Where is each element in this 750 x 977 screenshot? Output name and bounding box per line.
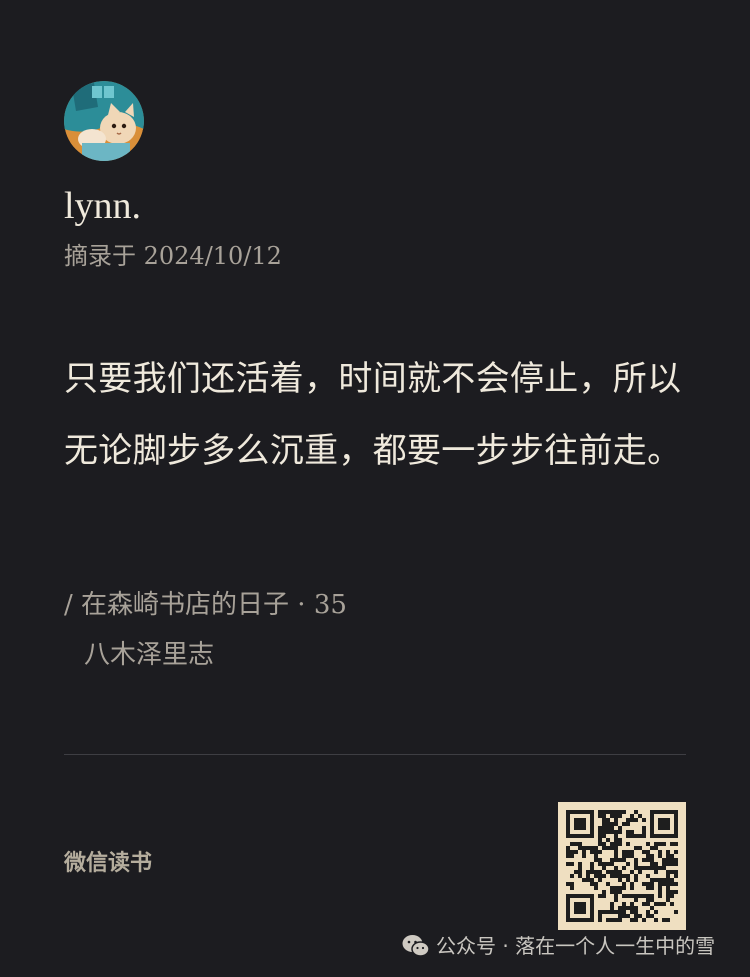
qr-code-icon <box>558 802 686 930</box>
excerpt-date: 摘录于 2024/10/12 <box>64 242 282 270</box>
brand-label: 微信读书 <box>64 851 153 876</box>
book-author: 八木泽里志 <box>84 640 215 670</box>
avatar-image <box>64 81 144 161</box>
avatar[interactable] <box>64 81 144 161</box>
watermark-text: 公众号 · 落在一个人一生中的雪 <box>436 934 716 958</box>
wechat-icon <box>402 935 430 957</box>
watermark: 公众号 · 落在一个人一生中的雪 <box>402 931 715 961</box>
divider <box>64 754 686 755</box>
book-title[interactable]: / 在森崎书店的日子 · 35 <box>64 588 347 622</box>
quote-text: 只要我们还活着，时间就不会停止，所以无论脚步多么沉重，都要一步步往前走。 <box>64 359 682 471</box>
qr-code[interactable] <box>558 802 686 930</box>
username: lynn. <box>64 185 142 227</box>
